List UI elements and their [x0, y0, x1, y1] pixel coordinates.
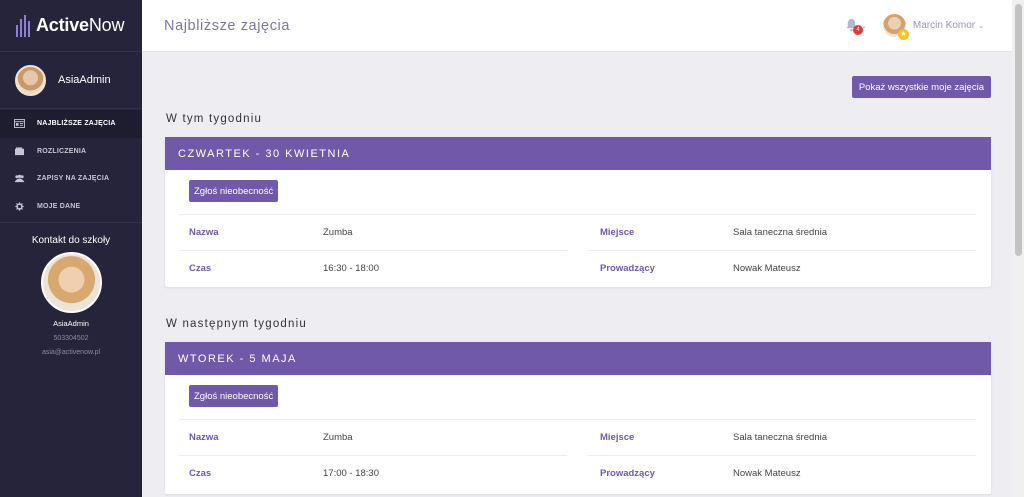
instructor-label: Prowadzący [600, 263, 655, 274]
sidebar: ActiveNow AsiaAdmin NAJBLIŻSZE ZAJĘCIA R… [0, 0, 142, 497]
star-badge-icon: ★ [897, 29, 909, 40]
section-title-this-week: W tym tygodniu [166, 113, 263, 125]
notifications-button[interactable]: 4 ⌄ [845, 18, 867, 35]
gear-icon [13, 202, 25, 211]
top-right-controls: 4 ⌄ ★ Marcin Komor ⌄ [845, 14, 984, 40]
brand-name: ActiveNow [36, 15, 124, 36]
page-title: Najbliższe zajęcia [164, 17, 291, 34]
divider [179, 214, 976, 215]
top-bar: Najbliższe zajęcia 4 ⌄ ★ Marcin Komor ⌄ [142, 0, 1012, 52]
user-name: Marcin Komor [912, 20, 976, 31]
time-label: Czas [189, 263, 212, 274]
instructor-value: Nowak Mateusz [733, 263, 801, 274]
class-card: WTOREK - 5 MAJA Zgłoś nieobecność Nazwa … [165, 342, 991, 494]
divider [588, 455, 976, 456]
scrollbar-thumb[interactable] [1015, 4, 1022, 256]
user-menu[interactable]: ★ Marcin Komor ⌄ [882, 14, 984, 40]
brand-bold: Active [36, 15, 89, 35]
name-value: Zumba [323, 432, 353, 443]
show-all-classes-button[interactable]: Pokaż wszystkie moje zajęcia [851, 76, 991, 98]
avatar [15, 64, 46, 96]
class-day-header: CZWARTEK - 30 KWIETNIA [165, 137, 991, 170]
contact-name: AsiaAdmin [53, 319, 89, 328]
sidebar-item-zapisy[interactable]: ZAPISY NA ZAJĘCIA [0, 165, 142, 193]
place-value: Sala taneczna średnia [733, 227, 828, 238]
users-icon [13, 174, 25, 183]
time-value: 17:00 - 18:30 [323, 468, 379, 479]
avatar: ★ [882, 14, 909, 40]
place-label: Miejsce [600, 227, 635, 238]
main-content: Pokaż wszystkie moje zajęcia W tym tygod… [142, 53, 1012, 497]
sidebar-item-moje-dane[interactable]: MOJE DANE [0, 193, 142, 221]
page-scrollbar[interactable] [1012, 0, 1024, 497]
sidebar-user[interactable]: AsiaAdmin [0, 52, 142, 109]
wallet-icon [13, 147, 25, 156]
sidebar-item-label: ZAPISY NA ZAJĘCIA [37, 175, 110, 183]
divider [179, 455, 567, 456]
logo[interactable]: ActiveNow [0, 0, 142, 52]
time-label: Czas [189, 468, 212, 479]
divider [179, 419, 976, 420]
instructor-label: Prowadzący [600, 468, 655, 479]
name-value: Zumba [323, 227, 353, 238]
contact-avatar [40, 252, 102, 313]
chevron-down-icon: ⌄ [978, 22, 984, 30]
place-value: Sala taneczna średnia [733, 432, 828, 443]
divider [179, 250, 567, 251]
logo-bars-icon [16, 14, 30, 37]
contact-phone: 503304502 [53, 335, 89, 342]
sidebar-nav: NAJBLIŻSZE ZAJĘCIA ROZLICZENIA ZAPISY NA… [0, 109, 142, 220]
sidebar-item-label: NAJBLIŻSZE ZAJĘCIA [37, 120, 116, 128]
notification-count-badge: 4 [853, 24, 863, 35]
contact-title: Kontakt do szkoły [31, 235, 111, 246]
report-absence-button[interactable]: Zgłoś nieobecność [189, 180, 279, 202]
class-day-header: WTOREK - 5 MAJA [165, 342, 991, 375]
class-card: CZWARTEK - 30 KWIETNIA Zgłoś nieobecność… [165, 137, 991, 287]
calendar-icon [13, 119, 25, 129]
report-absence-button[interactable]: Zgłoś nieobecność [189, 385, 279, 407]
sidebar-item-label: ROZLICZENIA [37, 147, 87, 155]
place-label: Miejsce [600, 432, 635, 443]
sidebar-user-name: AsiaAdmin [58, 74, 111, 86]
sidebar-item-najblizsze-zajecia[interactable]: NAJBLIŻSZE ZAJĘCIA [0, 110, 142, 138]
section-title-next-week: W następnym tygodniu [166, 318, 307, 330]
contact-email[interactable]: asia@activenow.pl [0, 349, 142, 356]
time-value: 16:30 - 18:00 [323, 263, 379, 274]
sidebar-item-label: MOJE DANE [37, 202, 81, 210]
divider [588, 250, 976, 251]
sidebar-item-rozliczenia[interactable]: ROZLICZENIA [0, 138, 142, 166]
school-contact: Kontakt do szkoły AsiaAdmin 503304502 as… [0, 222, 142, 356]
name-label: Nazwa [189, 227, 219, 238]
brand-thin: Now [88, 15, 125, 35]
name-label: Nazwa [189, 432, 219, 443]
instructor-value: Nowak Mateusz [733, 468, 801, 479]
